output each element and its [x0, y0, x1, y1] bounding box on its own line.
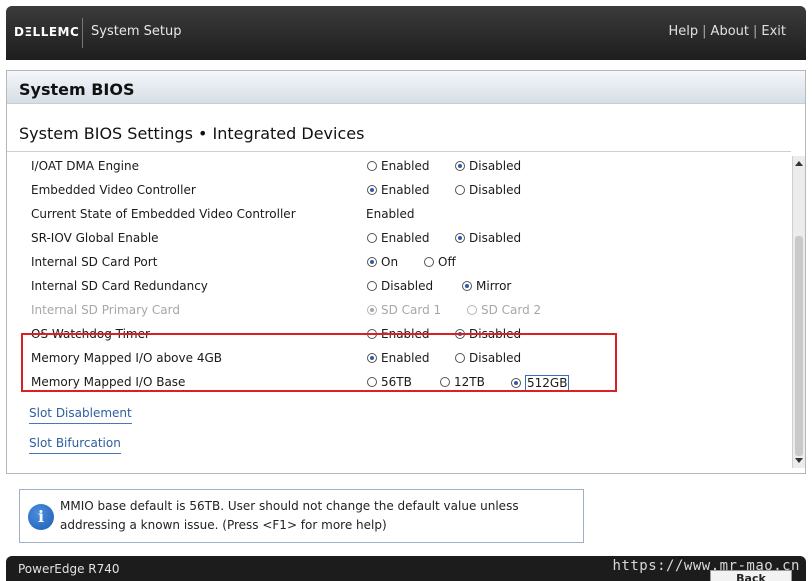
radio-selected-icon: [462, 281, 472, 291]
radio-unselected-icon: [367, 377, 377, 387]
header-divider: [82, 18, 83, 48]
info-icon: i: [28, 504, 54, 530]
scroll-up-icon[interactable]: [795, 161, 803, 166]
setting-label: Memory Mapped I/O Base: [31, 375, 189, 389]
help-message-box: i MMIO base default is 56TB. User should…: [19, 489, 584, 543]
radio-selected-icon: [511, 378, 521, 388]
setting-internal-sd-card-redundancy: Internal SD Card Redundancy Disabled Mir…: [31, 275, 791, 299]
page-subtitle: System BIOS Settings • Integrated Device…: [19, 124, 365, 143]
radio-option-disabled[interactable]: Disabled: [455, 327, 521, 341]
setting-label: Internal SD Primary Card: [31, 303, 183, 317]
subtitle-divider: [7, 151, 791, 152]
setting-label: SR-IOV Global Enable: [31, 231, 162, 245]
vertical-scrollbar[interactable]: [792, 156, 805, 468]
page-title-bar: System BIOS: [7, 71, 805, 104]
link-separator: |: [702, 24, 707, 39]
radio-option-disabled[interactable]: Disabled: [455, 183, 521, 197]
radio-option-12tb[interactable]: 12TB: [440, 375, 485, 389]
scroll-thumb[interactable]: [795, 236, 803, 456]
radio-selected-icon: [455, 329, 465, 339]
radio-option-56tb[interactable]: 56TB: [367, 375, 412, 389]
dell-emc-logo: DΞLLEMC: [14, 25, 80, 39]
setting-label: I/OAT DMA Engine: [31, 159, 142, 173]
radio-unselected-icon: [440, 377, 450, 387]
setting-mmio-above-4gb: Memory Mapped I/O above 4GB Enabled Disa…: [31, 347, 791, 371]
radio-option-disabled[interactable]: Disabled: [455, 231, 521, 245]
radio-option-on[interactable]: On: [367, 255, 398, 269]
help-link[interactable]: Help: [669, 24, 699, 39]
setting-sriov-global-enable: SR-IOV Global Enable Enabled Disabled: [31, 227, 791, 251]
app-title: System Setup: [91, 24, 182, 39]
footer-bar: PowerEdge R740 https://www.mr-mao.cn: [6, 556, 806, 581]
radio-unselected-icon: [367, 281, 377, 291]
radio-selected-icon: [367, 257, 377, 267]
setting-embedded-video-controller: Embedded Video Controller Enabled Disabl…: [31, 179, 791, 203]
setting-label: Internal SD Card Redundancy: [31, 279, 211, 293]
setting-label: Internal SD Card Port: [31, 255, 161, 269]
setting-internal-sd-card-port: Internal SD Card Port On Off: [31, 251, 791, 275]
slot-bifurcation-link[interactable]: Slot Bifurcation: [29, 436, 121, 454]
radio-option-off[interactable]: Off: [424, 255, 456, 269]
radio-option-enabled[interactable]: Enabled: [367, 159, 430, 173]
setting-current-state-video-controller: Current State of Embedded Video Controll…: [31, 203, 791, 227]
setting-readonly-value: Enabled: [366, 207, 415, 221]
radio-option-mirror[interactable]: Mirror: [462, 279, 511, 293]
radio-option-disabled[interactable]: Disabled: [455, 159, 521, 173]
radio-option-enabled[interactable]: Enabled: [367, 351, 430, 365]
radio-selected-icon: [367, 353, 377, 363]
radio-unselected-icon: [367, 329, 377, 339]
server-model: PowerEdge R740: [18, 562, 120, 576]
radio-unselected-icon: [367, 233, 377, 243]
header-bar: DΞLLEMC System Setup Help | About | Exit: [6, 6, 806, 60]
radio-option-sd-card-2: SD Card 2: [467, 303, 541, 317]
setting-label: Memory Mapped I/O above 4GB: [31, 351, 225, 365]
radio-unselected-icon: [367, 161, 377, 171]
radio-selected-icon: [455, 161, 465, 171]
radio-unselected-icon: [424, 257, 434, 267]
back-button[interactable]: Back: [710, 570, 792, 581]
focused-option-label: 512GB: [525, 375, 570, 391]
setting-mmio-base: Memory Mapped I/O Base 56TB 12TB 512GB: [31, 371, 791, 395]
radio-option-enabled[interactable]: Enabled: [367, 327, 430, 341]
setting-label: Embedded Video Controller: [31, 183, 199, 197]
radio-option-enabled[interactable]: Enabled: [367, 231, 430, 245]
setting-label: Current State of Embedded Video Controll…: [31, 207, 299, 221]
radio-option-disabled[interactable]: Disabled: [455, 351, 521, 365]
radio-unselected-icon: [455, 353, 465, 363]
setting-label: OS Watchdog Timer: [31, 327, 153, 341]
slot-disablement-link[interactable]: Slot Disablement: [29, 406, 132, 424]
radio-selected-icon: [367, 185, 377, 195]
page-title: System BIOS: [19, 80, 135, 99]
setting-os-watchdog-timer: OS Watchdog Timer Enabled Disabled: [31, 323, 791, 347]
scroll-down-icon[interactable]: [795, 458, 803, 463]
about-link[interactable]: About: [711, 24, 749, 39]
radio-option-enabled[interactable]: Enabled: [367, 183, 430, 197]
main-panel: System BIOS System BIOS Settings • Integ…: [6, 70, 806, 474]
setting-internal-sd-primary-card: Internal SD Primary Card SD Card 1 SD Ca…: [31, 299, 791, 323]
setting-ioat-dma-engine: I/OAT DMA Engine Enabled Disabled: [31, 155, 791, 179]
link-separator: |: [752, 24, 758, 39]
radio-unselected-icon: [455, 185, 465, 195]
header-links: Help | About | Exit: [669, 24, 786, 39]
radio-option-disabled[interactable]: Disabled: [367, 279, 433, 293]
exit-link[interactable]: Exit: [761, 24, 786, 39]
radio-option-sd-card-1: SD Card 1: [367, 303, 441, 317]
help-message-text: MMIO base default is 56TB. User should n…: [60, 499, 519, 532]
settings-list: I/OAT DMA Engine Enabled Disabled Embedd…: [7, 155, 791, 473]
radio-unselected-icon: [467, 305, 477, 315]
radio-selected-icon: [367, 305, 377, 315]
radio-option-512gb[interactable]: 512GB: [511, 375, 570, 391]
radio-selected-icon: [455, 233, 465, 243]
